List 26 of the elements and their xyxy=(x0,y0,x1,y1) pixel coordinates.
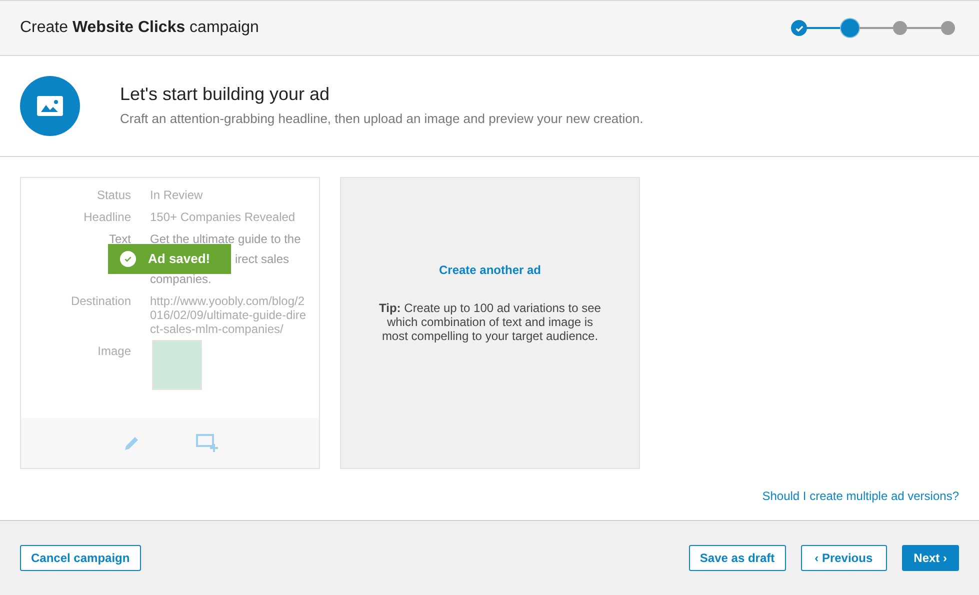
previous-button[interactable]: ‹ Previous xyxy=(800,545,887,571)
add-screen-icon[interactable] xyxy=(196,434,218,452)
field-value: irect sales xyxy=(235,252,290,266)
create-another-ad-link[interactable]: Create another ad xyxy=(438,261,542,279)
ad-image-thumbnail xyxy=(152,340,202,390)
pencil-icon[interactable] xyxy=(122,434,140,452)
field-label: Headline xyxy=(82,210,131,224)
field-value: http://www.yoobly.com/blog/2016/02/09/ultimate-guide-direct-sales-mlm-companies/ xyxy=(150,294,308,336)
field-value: companies. xyxy=(150,272,212,286)
page-title: Create Website Clicks campaign xyxy=(20,18,259,38)
field-value: Get the ultimate guide to the xyxy=(150,232,301,246)
intro-heading: Let's start building your ad xyxy=(120,83,331,106)
save-draft-button[interactable]: Save as draft xyxy=(688,545,786,571)
next-button[interactable]: Next › xyxy=(902,545,959,571)
cancel-campaign-button[interactable]: Cancel campaign xyxy=(20,545,141,571)
check-icon xyxy=(120,251,136,267)
field-value: 150+ Companies Revealed xyxy=(150,210,296,224)
intro-subtitle: Craft an attention-grabbing headline, then upload an image and preview your new creation. xyxy=(120,110,644,128)
field-label: Image xyxy=(96,344,131,360)
help-link[interactable]: Should I create multiple ad versions? xyxy=(762,487,959,505)
toast-message: Ad saved! xyxy=(148,252,210,266)
field-value: In Review xyxy=(150,188,204,202)
field-label: Destination xyxy=(70,294,131,310)
tip-text: Tip: Create up to 100 ad variations to see which combination of text and image is most compelling to your target audience. xyxy=(378,301,602,343)
field-label: Status xyxy=(96,188,131,202)
field-label: Text xyxy=(108,232,131,246)
